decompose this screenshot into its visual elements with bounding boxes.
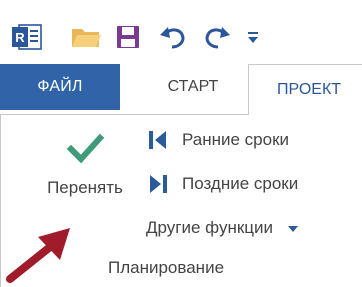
chevron-down-icon (287, 218, 299, 238)
quick-access-toolbar: R (0, 0, 362, 60)
late-dates-label: Поздние сроки (182, 174, 299, 193)
tab-file[interactable]: ФАЙЛ (0, 64, 120, 110)
logo-letter: R (15, 30, 25, 45)
early-dates-button[interactable]: Ранние сроки (146, 125, 289, 155)
skip-back-icon (146, 129, 170, 151)
skip-forward-icon (146, 173, 170, 195)
tab-project[interactable]: ПРОЕКТ (248, 64, 362, 115)
tab-project-label: ПРОЕКТ (277, 81, 342, 98)
other-functions-dropdown[interactable]: Другие функции (146, 213, 299, 243)
undo-icon[interactable] (156, 22, 190, 52)
tab-start[interactable]: СТАРТ (148, 64, 238, 110)
annotation-arrow-icon (6, 228, 70, 283)
project-logo-icon[interactable]: R (10, 22, 44, 52)
group-label-planning: Планирование (108, 258, 225, 277)
other-functions-label: Другие функции (146, 218, 274, 237)
open-folder-icon[interactable] (68, 22, 104, 52)
late-dates-button[interactable]: Поздние сроки (146, 169, 298, 199)
customize-qat-icon[interactable] (244, 22, 262, 52)
redo-icon[interactable] (200, 22, 234, 52)
tab-divider (0, 114, 248, 115)
checkmark-icon (66, 133, 105, 164)
save-icon[interactable] (114, 22, 142, 52)
accept-button-label: Перенять (47, 178, 123, 197)
early-dates-label: Ранние сроки (182, 130, 290, 149)
